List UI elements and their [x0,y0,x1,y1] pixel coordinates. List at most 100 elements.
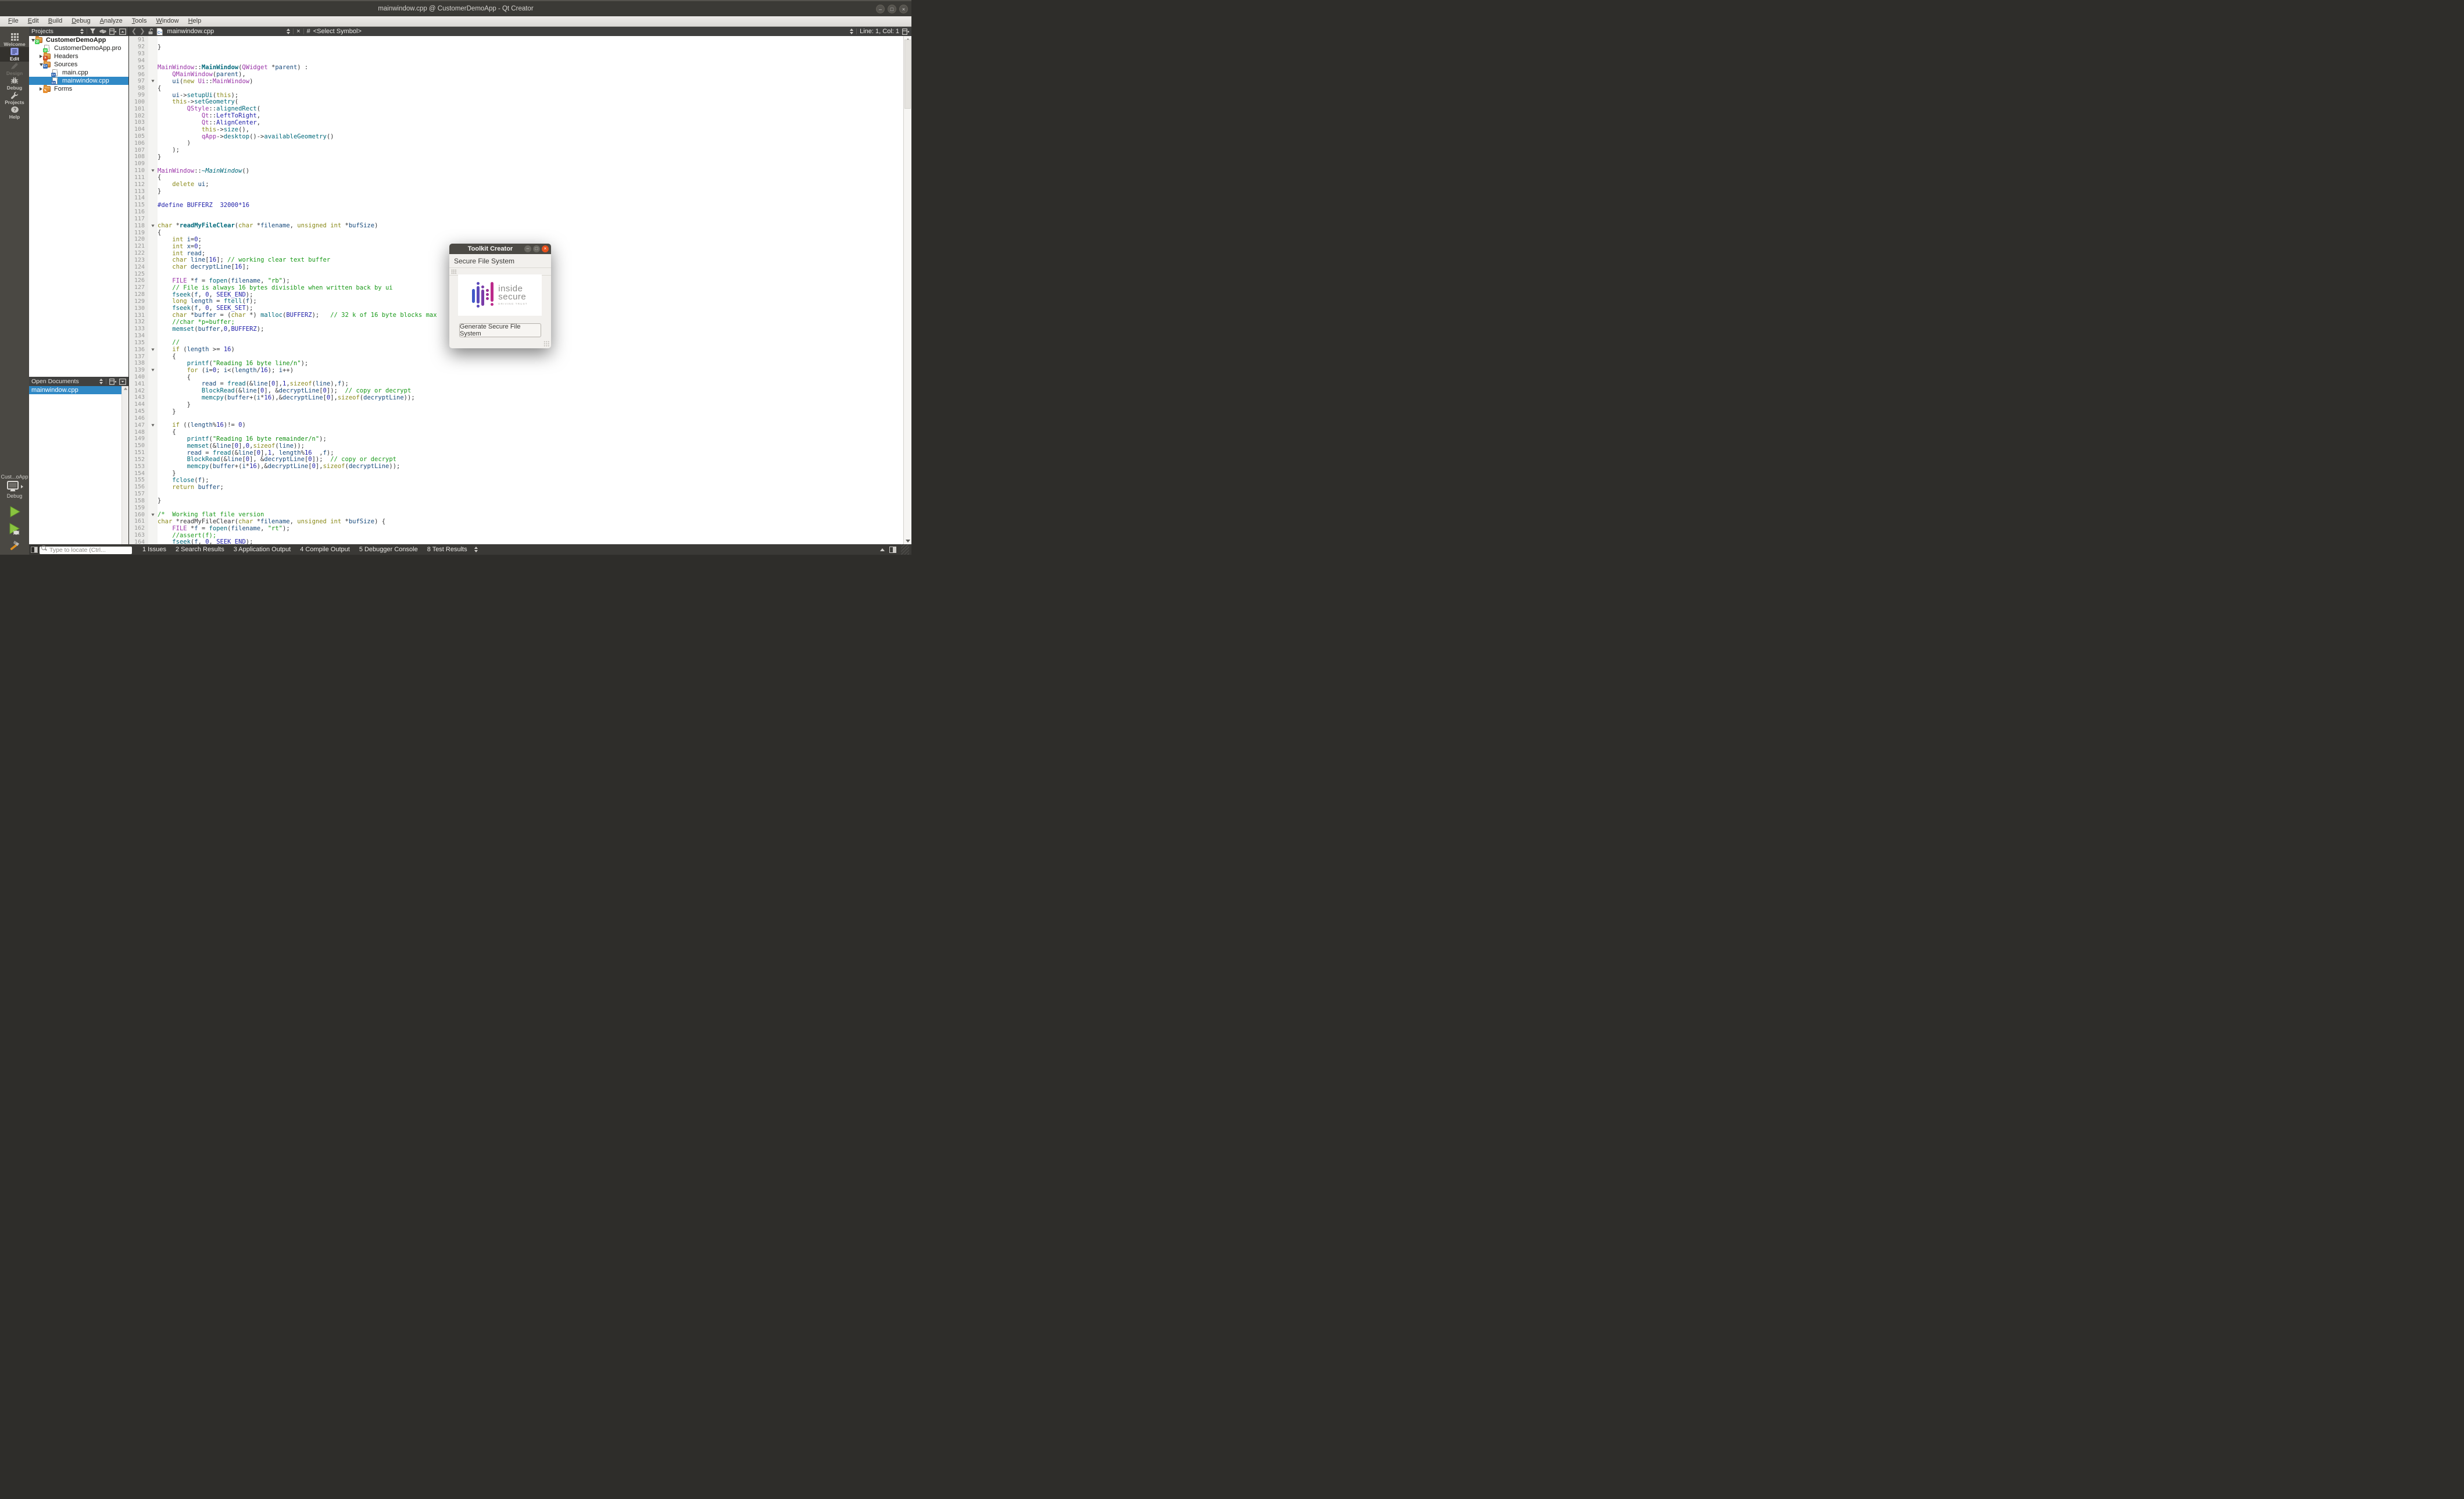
tree-item-main.cpp[interactable]: C+main.cpp [29,69,128,77]
toggle-left-sidebar-button[interactable] [30,545,38,554]
sync-with-editor-icon[interactable] [99,29,106,34]
line-number: 124 [129,264,148,270]
menu-item-window[interactable]: Window [151,16,183,26]
output-pane-compile-output[interactable]: 4 Compile Output [295,544,355,555]
output-pane-test-results[interactable]: 8 Test Results [423,544,472,555]
dialog-maximize-icon[interactable]: □ [533,245,540,252]
fold-marker-icon[interactable] [148,348,158,351]
code-line-153: 153 memcpy(buffer+(i*16),&decryptLine[0]… [129,463,903,470]
tree-item-mainwindow.cpp[interactable]: C+mainwindow.cpp [29,77,128,85]
cursor-sort-icon[interactable] [850,28,853,34]
close-panel-icon[interactable] [119,28,126,35]
line-number: 109 [129,160,148,167]
tree-item-customerdemoapp.pro[interactable]: QtCustomerDemoApp.pro [29,44,128,52]
close-icon[interactable]: × [899,5,908,13]
symbol-selector-dropdown[interactable]: <Select Symbol> [313,28,362,35]
code-line-148: 148 { [129,429,903,436]
fold-marker-icon[interactable] [148,424,158,427]
mode-edit[interactable]: Edit [0,47,29,62]
generate-secure-file-system-button[interactable]: Generate Secure File System [459,323,541,337]
edit-doc-icon [10,48,19,55]
fold-marker-icon[interactable] [148,369,158,372]
toolkit-creator-dialog: Toolkit Creator – □ × Secure File System… [449,244,551,348]
open-document-item[interactable]: mainwindow.cpp [29,386,121,394]
tree-item-forms[interactable]: ✎Forms [29,85,128,93]
code-line-140: 140 { [129,374,903,381]
maximize-output-icon[interactable] [880,548,885,551]
tree-item-headers[interactable]: hHeaders [29,52,128,60]
scrollbar-thumb[interactable] [904,40,911,109]
open-file-dropdown[interactable]: mainwindow.cpp [167,28,214,35]
debug-run-button[interactable] [8,522,22,536]
line-number: 156 [129,484,148,490]
menu-item-analyze[interactable]: Analyze [95,16,127,26]
output-pane-debugger-console[interactable]: 5 Debugger Console [355,544,423,555]
dialog-resize-grip[interactable] [543,341,549,347]
toggle-right-sidebar-button[interactable] [889,547,896,553]
line-number: 164 [129,539,148,544]
menu-item-file[interactable]: File [3,16,23,26]
kit-selector[interactable] [6,481,23,492]
mode-projects[interactable]: Projects [0,91,29,105]
menu-item-build[interactable]: Build [44,16,67,26]
tree-item-customerdemoapp[interactable]: QtCustomerDemoApp [29,36,128,44]
fold-marker-icon[interactable] [148,513,158,516]
close-document-icon[interactable]: × [296,28,300,35]
locator[interactable] [40,544,132,555]
run-button[interactable] [8,505,22,519]
menu-item-debug[interactable]: Debug [67,16,95,26]
split-editor-icon[interactable] [902,28,909,35]
output-pane-issues[interactable]: 1 Issues [138,544,171,555]
tree-item-sources[interactable]: C+Sources [29,60,128,69]
line-number: 146 [129,415,148,422]
code-line-92: 92} [129,44,903,51]
debug-bug-icon [10,77,19,84]
dialog-minimize-icon[interactable]: – [524,245,531,252]
editor-scrollbar[interactable] [903,36,911,544]
go-forward-icon[interactable]: ❯ [140,27,145,35]
fold-marker-icon[interactable] [148,169,158,172]
dialog-titlebar[interactable]: Toolkit Creator – □ × [449,244,551,254]
panel-mode-selector-icon[interactable] [80,28,84,34]
output-pane-application-output[interactable]: 3 Application Output [229,544,295,555]
maximize-icon[interactable]: □ [888,5,896,13]
locator-input[interactable] [40,547,132,554]
window-title: mainwindow.cpp @ CustomerDemoApp - Qt Cr… [0,5,911,12]
code-line-144: 144 } [129,401,903,408]
mode-welcome[interactable]: Welcome [0,33,29,47]
folder-h-icon: h [44,53,52,60]
go-back-icon[interactable]: ❮ [131,27,137,35]
drag-handle-icon[interactable] [451,269,457,274]
build-button[interactable] [8,540,21,552]
code-line-139: 139 for (i=0; i<(length/16); i++) [129,367,903,374]
menu-item-help[interactable]: Help [184,16,206,26]
menu-item-edit[interactable]: Edit [23,16,44,26]
minimize-icon[interactable]: – [876,5,885,13]
filter-icon[interactable] [90,28,96,34]
dialog-heading: Secure File System [449,254,551,267]
mode-debug[interactable]: Debug [0,76,29,91]
scroll-down-icon[interactable] [904,537,911,544]
fold-marker-icon[interactable] [148,224,158,227]
menu-item-tools[interactable]: Tools [127,16,152,26]
split-panel-icon[interactable] [109,28,116,35]
window-resize-grip[interactable] [901,544,909,555]
file-list-sort-icon[interactable] [287,28,290,34]
dialog-close-icon[interactable]: × [542,245,549,252]
documents-sort-icon[interactable] [99,379,103,384]
code-line-147: 147 if ((length%16)!= 0) [129,422,903,429]
output-pane-sort-icon[interactable] [474,547,478,552]
output-pane-search-results[interactable]: 2 Search Results [171,544,229,555]
fold-marker-icon[interactable] [148,80,158,83]
line-number: 118 [129,223,148,229]
code-line-161: 161char *readMyFileClear(char *filename,… [129,518,903,525]
code-line-110: 110MainWindow::~MainWindow() [129,167,903,174]
split-documents-icon[interactable] [109,379,116,385]
line-number: 117 [129,216,148,222]
line-number: 161 [129,518,148,524]
collapse-documents-icon[interactable] [119,379,126,385]
documents-scrollbar[interactable] [121,386,128,544]
mode-help[interactable]: ?Help [0,105,29,120]
tree-item-label: Forms [54,85,72,92]
mode-design: Design [0,62,29,76]
